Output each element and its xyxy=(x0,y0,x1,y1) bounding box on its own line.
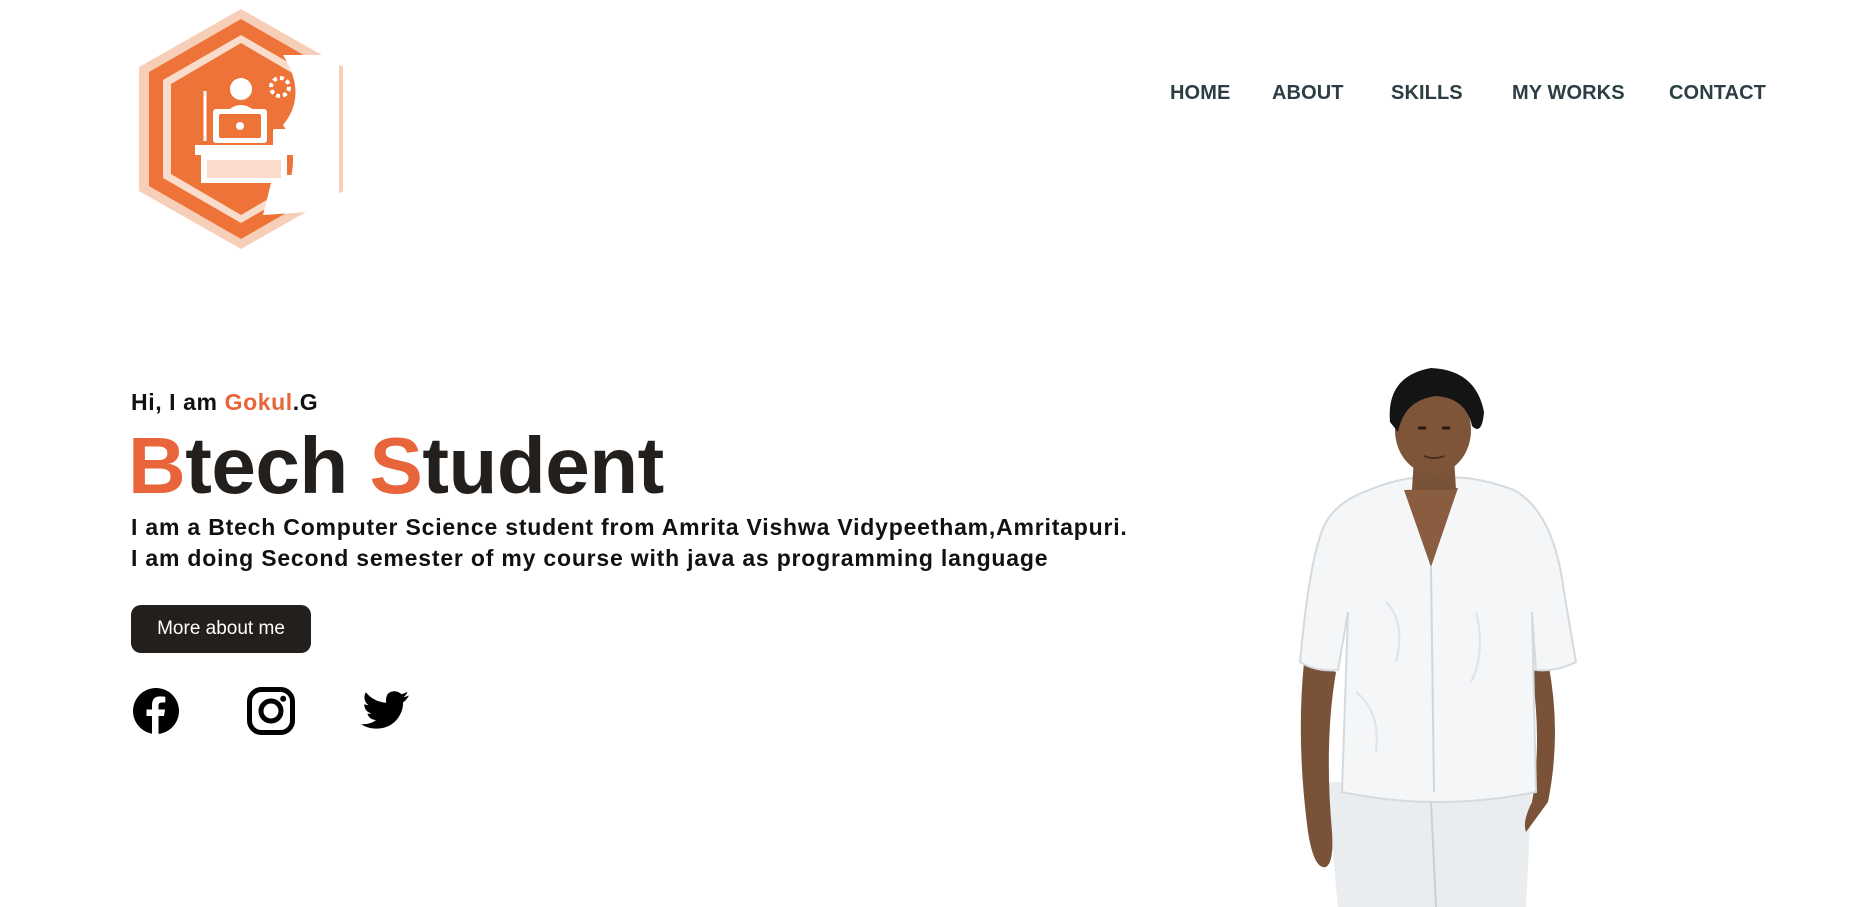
greeting-name: Gokul xyxy=(224,389,293,415)
description-line-2: I am doing Second semester of my course … xyxy=(131,545,1049,571)
instagram-icon[interactable] xyxy=(246,686,296,736)
logo xyxy=(139,9,343,249)
headline-initial-2: S xyxy=(369,421,423,510)
headline-rest-1: tech xyxy=(185,421,370,510)
headline-rest-2: tudent xyxy=(422,421,664,510)
greeting-prefix: Hi, I am xyxy=(131,389,225,415)
description-line-1: I am a Btech Computer Science student fr… xyxy=(131,514,1128,540)
facebook-icon[interactable] xyxy=(131,686,181,736)
nav-skills[interactable]: SKILLS xyxy=(1391,82,1463,105)
nav-about[interactable]: ABOUT xyxy=(1272,82,1344,105)
main-nav: HOME ABOUT SKILLS MY WORKS CONTACT xyxy=(0,82,1866,112)
hero-headline: Btech Student xyxy=(128,420,664,512)
nav-contact[interactable]: CONTACT xyxy=(1669,82,1766,105)
greeting: Hi, I am Gokul.G xyxy=(131,389,318,416)
hero-description: I am a Btech Computer Science student fr… xyxy=(131,512,1128,574)
headline-initial-1: B xyxy=(128,421,186,510)
nav-my-works[interactable]: MY WORKS xyxy=(1512,82,1625,105)
greeting-suffix: .G xyxy=(292,389,319,415)
more-about-me-button[interactable]: More about me xyxy=(131,605,311,653)
nav-home[interactable]: HOME xyxy=(1170,82,1230,105)
twitter-icon[interactable] xyxy=(361,686,411,736)
profile-photo xyxy=(1298,368,1578,907)
